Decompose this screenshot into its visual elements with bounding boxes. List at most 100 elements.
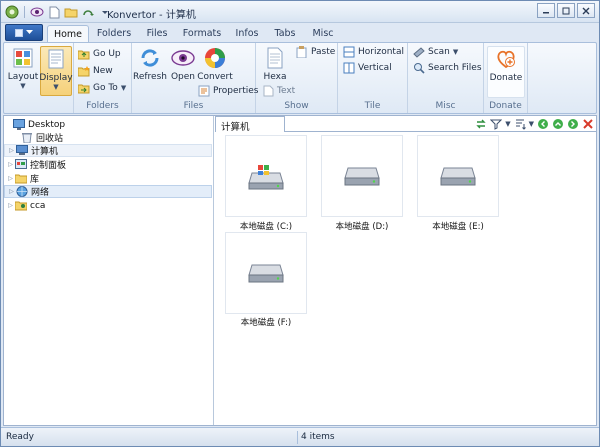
hexa-label: Hexa [263,72,287,82]
folders-group-label: Folders [86,101,119,111]
sync-arrows-icon[interactable] [475,118,487,130]
drive-tile-c[interactable] [225,135,307,217]
back-circle-icon[interactable] [537,118,549,130]
convert-button[interactable]: Convert [197,46,233,82]
folder-icon[interactable] [64,5,78,19]
heart-plus-icon [493,47,519,71]
paste-icon [296,46,308,58]
group-view: Layout ▼ Display ▼ [4,43,74,113]
drive-tile-d[interactable] [321,135,403,217]
app-logo-icon[interactable] [5,5,19,19]
text-label: Text [277,86,296,96]
status-ready: Ready [6,432,34,442]
hard-drive-icon [344,167,380,186]
folder-up-icon [78,48,90,60]
tree-label: cca [30,200,46,211]
drive-label-c: 本地磁盘 (C:) [239,222,293,232]
tab-infos[interactable]: Infos [229,25,265,42]
sort-icon[interactable] [514,118,526,130]
network-icon [16,186,28,197]
filter-icon[interactable] [490,118,503,130]
maximize-icon [562,7,570,14]
forward-circle-icon[interactable] [567,118,579,130]
go-to-button[interactable]: Go To ▼ [78,82,126,94]
paste-label: Paste [311,47,336,57]
new-folder-button[interactable]: New [78,65,113,77]
donate-button[interactable]: Donate [487,46,525,98]
expand-arrow-icon[interactable]: ▷ [6,202,15,209]
vertical-button[interactable]: Vertical [343,62,392,74]
chevron-down-icon[interactable]: ▼ [505,120,510,128]
tree-item-computer[interactable]: ▷ 计算机 [4,144,212,157]
eye-icon [170,46,196,70]
tree-item-libraries[interactable]: ▷ 库 [4,172,212,185]
expand-arrow-icon[interactable]: ▷ [7,147,16,154]
tree-item-cca[interactable]: ▷ cca [4,199,212,212]
pane-tab[interactable]: 计算机 [215,116,285,133]
tab-misc[interactable]: Misc [305,25,341,42]
properties-button[interactable]: Properties [198,85,258,97]
window-controls [537,3,595,18]
chevron-down-icon: ▼ [452,48,459,56]
tree-item-control-panel[interactable]: ▷ 控制面板 [4,158,212,171]
scan-button[interactable]: Scan ▼ [413,46,458,58]
expand-arrow-icon[interactable]: ▷ [7,188,16,195]
windows-drive-icon [248,165,284,190]
maximize-button[interactable] [557,3,575,18]
application-menu-button[interactable] [5,24,43,41]
drive-tile-f[interactable] [225,232,307,314]
tree-label: 库 [30,175,40,185]
search-files-button[interactable]: Search Files [413,62,482,74]
close-button[interactable] [577,3,595,18]
layout-button[interactable]: Layout ▼ [8,46,38,90]
tile-vertical-icon [343,62,355,74]
tab-folders[interactable]: Folders [91,25,137,42]
horizontal-button[interactable]: Horizontal [343,46,404,58]
properties-icon [198,85,210,97]
misc-group-label: Misc [435,101,456,111]
group-tile: Horizontal Vertical Tile [338,43,408,113]
library-icon [15,173,27,184]
tab-tabs[interactable]: Tabs [269,25,301,42]
scan-icon [413,46,425,58]
text-doc-icon [262,85,274,97]
tree-label: 计算机 [31,147,59,157]
app-menu-icon [15,28,23,37]
hard-drive-icon [248,264,284,283]
document-icon[interactable] [47,5,61,19]
recycle-arrow-icon[interactable] [81,5,95,19]
tree-label: 控制面板 [30,161,67,171]
tab-home[interactable]: Home [47,25,89,42]
properties-label: Properties [213,86,259,96]
close-tab-icon[interactable] [582,118,594,130]
minimize-button[interactable] [537,3,555,18]
show-group-label: Show [284,101,309,111]
group-files: Refresh Open Convert Properties Files [132,43,258,113]
expand-arrow-icon[interactable]: ▷ [6,175,15,182]
group-donate: Donate Donate [484,43,528,113]
open-button[interactable]: Open [168,46,198,82]
hexa-button[interactable]: Hexa [260,46,290,82]
drive-tile-e[interactable] [417,135,499,217]
display-button[interactable]: Display ▼ [39,46,73,96]
quick-access-toolbar [5,4,112,20]
up-circle-icon[interactable] [552,118,564,130]
tab-files[interactable]: Files [139,25,175,42]
tab-formats[interactable]: Formats [179,25,225,42]
eye-icon[interactable] [30,5,44,19]
refresh-button[interactable]: Refresh [133,46,167,82]
tree-item-network[interactable]: ▷ 网络 [4,185,212,198]
expand-arrow-icon[interactable]: ▷ [6,161,15,168]
text-button[interactable]: Text [262,85,295,97]
go-to-icon [78,82,90,94]
new-folder-icon [78,65,90,77]
tree-item-recycle-bin[interactable]: 回收站 [4,131,212,144]
tree-item-desktop[interactable]: Desktop [4,118,212,131]
chevron-down-icon[interactable]: ▼ [529,120,534,128]
control-panel-icon [15,159,27,170]
close-icon [582,7,590,14]
group-show: Hexa Paste Text Show [256,43,338,113]
ribbon: Layout ▼ Display ▼ Go Up New Go To ▼ Fol… [3,42,597,114]
paste-button[interactable]: Paste [296,46,335,58]
go-up-button[interactable]: Go Up [78,48,121,60]
